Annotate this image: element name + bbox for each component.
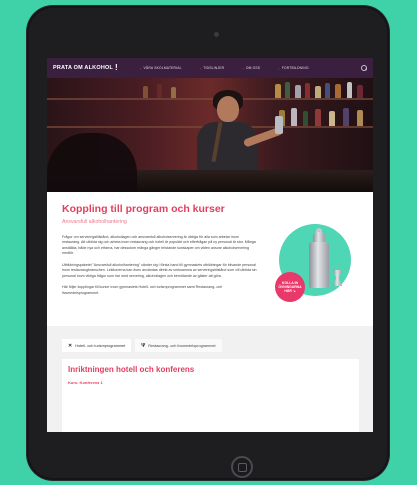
nav-item-tidslinjer[interactable]: ◦ TIDSLINJER	[200, 66, 225, 71]
camera-dot	[214, 32, 219, 37]
brand-exclamation-icon: !	[115, 63, 118, 72]
search-icon[interactable]	[361, 65, 367, 71]
cocktail-shaker-icon	[309, 242, 329, 288]
site-logo[interactable]: PRATA OM ALKOHOL !	[53, 64, 118, 72]
home-button[interactable]	[231, 456, 253, 478]
tab-panel: Inriktningen hotell och konferens Kurs: …	[62, 359, 359, 432]
nav-item-om-oss[interactable]: ◦ OM OSS	[242, 66, 260, 71]
tablet-screen: PRATA OM ALKOHOL ! ◦ VÅRA SKOLMATERIAL ◦ T…	[47, 58, 373, 432]
exercises-badge-button[interactable]: KOLLA IN ÖVNINGARNA HÄR ↘	[275, 272, 305, 302]
tab-restaurang-livsmedel[interactable]: Ψ Restaurang- och livsmedelsprogrammet	[135, 339, 222, 352]
intro-paragraph-2: Utbildningspaketet "Ansvarsfull alkoholh…	[62, 262, 257, 278]
cocktail-shaker-illustration: KOLLA IN ÖVNINGARNA HÄR ↘	[275, 220, 353, 302]
nav-item-fortbildning[interactable]: ◦ FORTBILDNING	[278, 66, 309, 71]
intro-paragraph-3: Här följer kopplingar till kurser inom g…	[62, 285, 223, 296]
hero-image	[47, 78, 373, 192]
brand-text: PRATA OM ALKOHOL	[53, 65, 114, 71]
panel-title: Inriktningen hotell och konferens	[68, 365, 195, 374]
top-navbar: PRATA OM ALKOHOL ! ◦ VÅRA SKOLMATERIAL ◦ T…	[47, 58, 373, 78]
intro-paragraph-1: Frågor om serveringstillstånd, alkoholla…	[62, 234, 256, 256]
bed-icon: ✕	[68, 342, 73, 349]
course-label: Kurs: Konferens 1	[68, 380, 103, 385]
page-title: Koppling till program och kurser	[62, 203, 225, 215]
nav-item-skolmaterial[interactable]: ◦ VÅRA SKOLMATERIAL	[140, 66, 182, 71]
program-tabs-section: ✕ Hotell- och turismprogrammet Ψ Restaur…	[47, 326, 373, 432]
cutlery-icon: Ψ	[141, 342, 146, 349]
tab-hotell-turism[interactable]: ✕ Hotell- och turismprogrammet	[62, 339, 132, 352]
main-content: Koppling till program och kurser Ansvars…	[47, 192, 373, 326]
